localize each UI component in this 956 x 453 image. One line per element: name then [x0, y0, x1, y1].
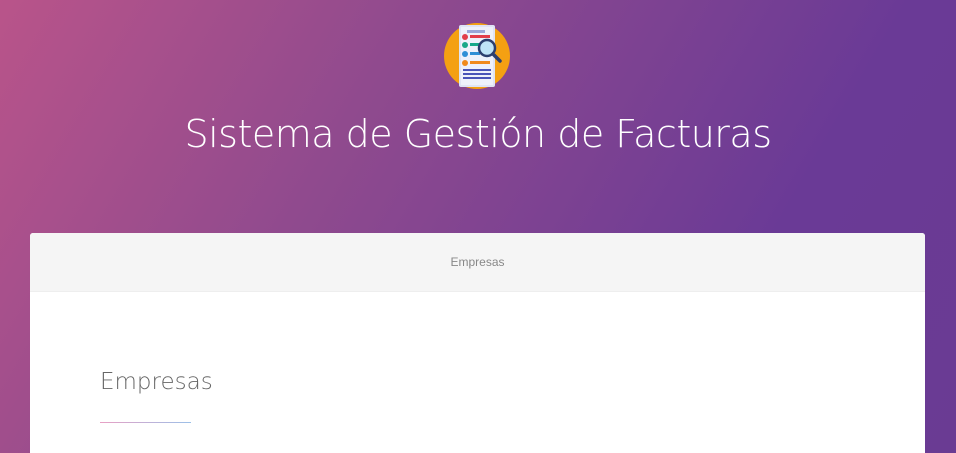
section-divider: [100, 422, 191, 423]
page-title: Sistema de Gestión de Facturas: [184, 112, 772, 156]
invoice-search-icon: [443, 22, 511, 90]
page-header: Sistema de Gestión de Facturas: [0, 0, 956, 232]
card-header: Empresas: [30, 233, 925, 292]
section-title: Empresas: [100, 369, 213, 395]
card-header-label: Empresas: [450, 255, 505, 269]
content-card: Empresas Empresas: [30, 233, 925, 453]
